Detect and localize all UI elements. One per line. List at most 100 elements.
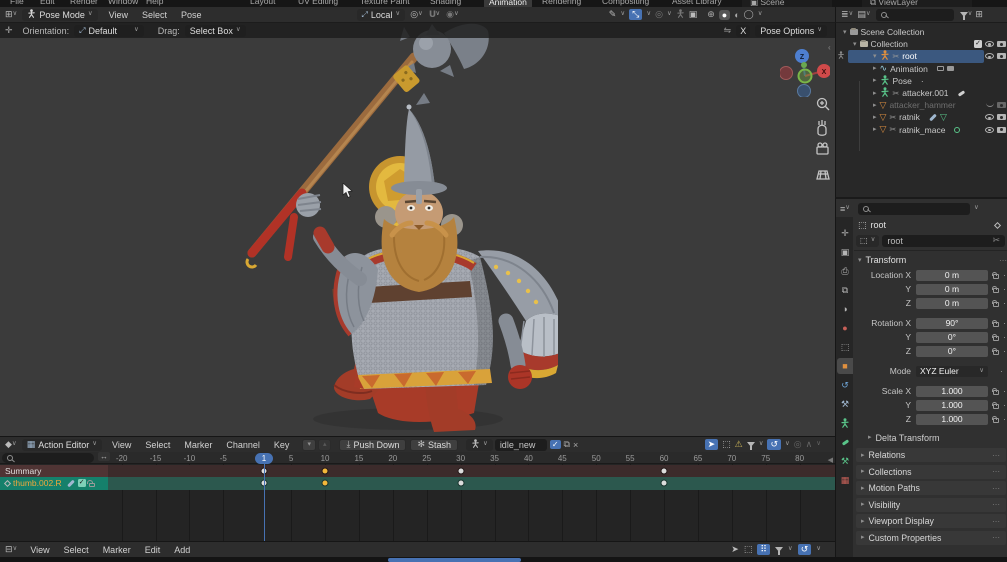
outliner-panel[interactable]: ▾Scene Collection▾Collection✓▾✂root▸∿Ani… (835, 23, 1007, 197)
animate-dot-icon[interactable]: · (1003, 346, 1006, 356)
proportional-edit-icon[interactable]: ◉ (446, 9, 454, 20)
outliner-row-collection[interactable]: ▾Collection✓ (836, 38, 1007, 50)
pin-icon[interactable] (994, 221, 1001, 228)
expand-arrow-icon[interactable]: ▸ (873, 114, 877, 121)
push-down-button[interactable]: ⤓Push Down (339, 439, 406, 451)
outliner-filter-icon[interactable] (960, 12, 968, 17)
camera-icon[interactable] (997, 127, 1006, 133)
workspace-tab-asset-library[interactable]: Asset Library (672, 0, 722, 6)
eye-icon[interactable] (985, 127, 994, 133)
animate-dot-icon[interactable]: · (1003, 270, 1006, 280)
lock-open-icon[interactable] (993, 322, 999, 327)
channel-row-thumb-002-r[interactable]: thumb.002.R✓ (0, 477, 835, 490)
editor-type-caret-icon[interactable]: ∨ (13, 11, 18, 18)
editor-type-dopesheet-icon[interactable]: ◆ (5, 439, 12, 450)
specials-down-button[interactable]: ▾ (302, 439, 316, 451)
character-model[interactable] (228, 23, 558, 436)
value-field[interactable]: 0 m (916, 270, 988, 281)
viewport-menu-select[interactable]: Select (135, 10, 174, 20)
workspace-tab-layout[interactable]: Layout (250, 0, 276, 6)
camera-icon[interactable] (997, 53, 1006, 59)
animate-dot-icon[interactable]: · (1000, 366, 1003, 376)
properties-options-caret[interactable]: ∨ (974, 205, 979, 212)
viewport-side-tools[interactable] (813, 95, 833, 183)
outliner-row-ratnik[interactable]: ▸▽✂ratnik▽ (836, 111, 1007, 123)
dopesheet-mode-dropdown[interactable]: ▦Action Editor∨ (22, 439, 102, 451)
region-arrow-icon[interactable]: ◀ (828, 456, 833, 464)
timeline-menu-add[interactable]: Add (167, 545, 197, 555)
camera-icon[interactable] (997, 41, 1006, 47)
transform-panel-header[interactable]: ▾ Transform ⋯ (854, 253, 1007, 267)
workspace-tab-rendering[interactable]: Rendering (542, 0, 581, 6)
outliner-row-attacker-001[interactable]: ▸✂attacker.001 (836, 87, 1007, 99)
timeline-ruler[interactable]: -20-15-10-551015202530354045505560657075… (0, 452, 835, 464)
editor-type-outliner-icon[interactable]: ≣ (841, 9, 849, 20)
dope-menu-select[interactable]: Select (138, 440, 177, 450)
lock-open-icon[interactable] (993, 404, 999, 409)
new-collection-icon[interactable]: ⊞ (975, 9, 983, 20)
dope-filter-icon[interactable] (747, 442, 755, 447)
expand-arrow-icon[interactable]: ▸ (873, 77, 877, 84)
keyframe-10[interactable] (323, 481, 328, 486)
properties-search-input[interactable] (858, 203, 970, 215)
action-browse-dropdown[interactable]: ∨ (466, 439, 493, 451)
animate-dot-icon[interactable]: · (1003, 318, 1006, 328)
timeline-menu-marker[interactable]: Marker (96, 545, 138, 555)
viewport-menu-pose[interactable]: Pose (174, 10, 209, 20)
panel-relations[interactable]: ▸Relations⋯ (856, 448, 1006, 462)
viewlayer-selector[interactable]: ⧉ ViewLayer (862, 0, 972, 7)
timeline-menu-select[interactable]: Select (57, 545, 96, 555)
proportional-dope-icon[interactable]: ↺ (767, 439, 781, 450)
value-field[interactable]: 0 m (916, 284, 988, 295)
timeline-menu-view[interactable]: View (23, 545, 56, 555)
keyframe-10[interactable] (323, 468, 328, 473)
properties-tab-bone-constraint[interactable]: ⚒ (837, 453, 853, 469)
shading-material-icon[interactable]: ◐ (734, 10, 739, 20)
pose-options-dropdown[interactable]: Pose Options∨ (755, 25, 827, 37)
lock-open-icon[interactable] (993, 274, 999, 279)
fake-user-toggle[interactable]: ✓ (550, 440, 561, 449)
workspace-tab-animation[interactable]: Animation (484, 0, 532, 7)
expand-arrow-icon[interactable]: ▾ (853, 41, 857, 48)
channel-row-summary[interactable]: Summary (0, 465, 835, 478)
dope-menu-marker[interactable]: Marker (177, 440, 219, 450)
properties-tab-armature[interactable] (837, 415, 853, 431)
navigation-gizmo[interactable]: Z X (780, 45, 830, 97)
animate-dot-icon[interactable]: · (1003, 284, 1006, 294)
panel-visibility[interactable]: ▸Visibility⋯ (856, 498, 1006, 512)
gizmos-toggle-icon[interactable]: ⤡ (629, 9, 642, 20)
properties-tab-physics[interactable]: ↺ (837, 377, 853, 393)
properties-tab-view-layer[interactable]: ⧉ (837, 282, 853, 298)
expand-arrow-icon[interactable]: ▾ (843, 29, 847, 36)
topbar-menu-file[interactable]: File (10, 0, 24, 6)
snap-dope-icon[interactable]: ◎ (794, 439, 802, 450)
xray-toggle-icon[interactable] (676, 9, 685, 20)
playhead[interactable] (264, 463, 266, 541)
outliner-search-input[interactable] (876, 9, 954, 21)
outliner-row-ratnik-mace[interactable]: ▸▽✂ratnik_mace (836, 124, 1007, 136)
orientation-setting-dropdown[interactable]: ⤢ Default∨ (74, 25, 144, 37)
checkbox-icon[interactable]: ✓ (974, 40, 982, 48)
workspace-tab-compositing[interactable]: Compositing (602, 0, 649, 6)
channel-name[interactable]: thumb.002.R✓ (0, 477, 108, 490)
timeline-menu-edit[interactable]: Edit (138, 545, 168, 555)
editor-type-timeline-icon[interactable]: ⊟ (5, 544, 13, 555)
outliner-row-root[interactable]: ▾✂root (836, 50, 1007, 62)
expand-arrow-icon[interactable]: ▸ (873, 90, 877, 97)
specials-up-button[interactable]: ▴ (318, 439, 332, 451)
shading-solid-icon[interactable]: ● (719, 10, 730, 20)
eye-icon[interactable] (985, 53, 994, 59)
properties-tab-output[interactable]: ⎙ (837, 263, 853, 279)
scene-selector[interactable]: ▣ Scene (742, 0, 832, 7)
animate-dot-icon[interactable]: · (1003, 332, 1006, 342)
action-name-field[interactable]: idle_new (495, 439, 547, 451)
panel-viewport-display[interactable]: ▸Viewport Display⋯ (856, 514, 1006, 528)
nla-tweak-icon[interactable]: ➤ (731, 544, 739, 555)
value-field[interactable]: 90° (916, 318, 988, 329)
properties-tab-render[interactable]: ▣ (837, 244, 853, 260)
nla-snap-icon[interactable]: ⠿ (757, 544, 770, 555)
panel-collections[interactable]: ▸Collections⋯ (856, 465, 1006, 479)
animate-dot-icon[interactable]: · (1003, 298, 1006, 308)
eye-icon[interactable] (985, 114, 994, 120)
orientation-dropdown[interactable]: ⤢ Local ∨ (357, 9, 406, 21)
